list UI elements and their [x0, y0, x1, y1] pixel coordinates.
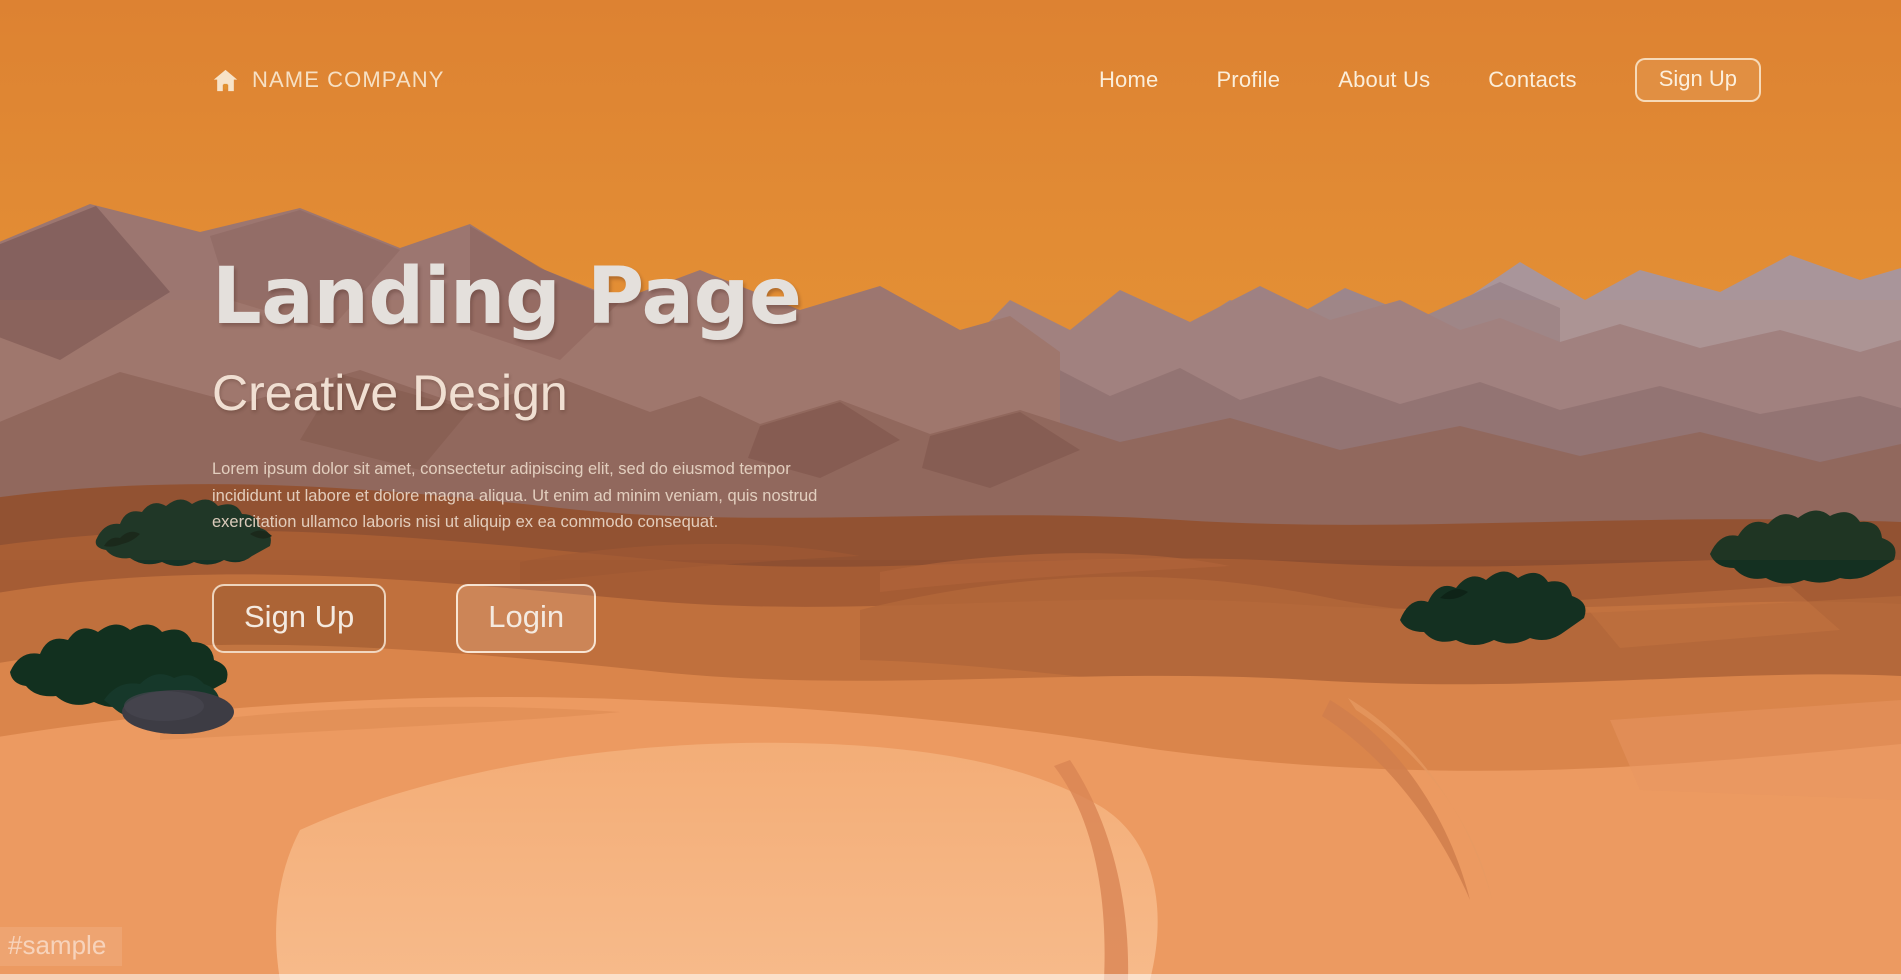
nav-sign-up-button[interactable]: Sign Up: [1634, 58, 1761, 102]
nav-item-profile[interactable]: Profile: [1216, 67, 1280, 93]
hero-description: Lorem ipsum dolor sit amet, consectetur …: [212, 460, 818, 532]
nav-item-home[interactable]: Home: [1099, 67, 1159, 93]
hero-subtitle: Creative Design: [212, 365, 568, 421]
brand-name: NAME COMPANY: [252, 67, 445, 92]
hero-sign-up-button[interactable]: Sign Up: [212, 584, 387, 654]
nav-item-about-us[interactable]: About Us: [1338, 67, 1430, 93]
home-icon: [212, 67, 239, 94]
hero-title: Landing Page: [212, 252, 802, 342]
bottom-edge-strip: [0, 974, 1901, 980]
nav-item-contacts[interactable]: Contacts: [1488, 67, 1576, 93]
hero-section: Landing Page Creative Design Lorem ipsum…: [212, 252, 852, 654]
sample-watermark: #sample: [0, 927, 123, 966]
main-navigation: Home Profile About Us Contacts Sign Up: [1099, 58, 1761, 102]
hero-login-button[interactable]: Login: [456, 584, 597, 654]
brand-logo[interactable]: NAME COMPANY: [212, 67, 444, 94]
hero-action-buttons: Sign Up Login: [212, 584, 852, 654]
site-header: NAME COMPANY Home Profile About Us Conta…: [0, 0, 1901, 160]
landing-page: NAME COMPANY Home Profile About Us Conta…: [0, 0, 1901, 980]
